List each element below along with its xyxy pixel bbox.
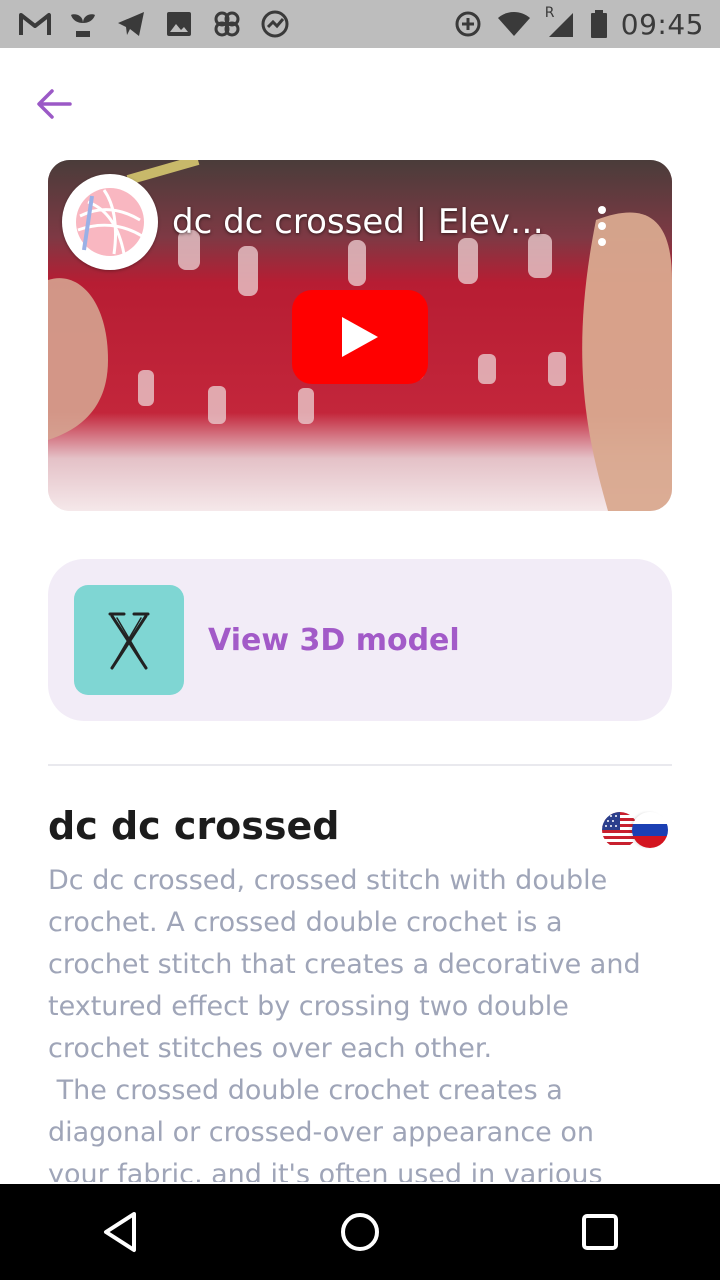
image-icon [162, 7, 196, 41]
more-dot [598, 238, 606, 246]
video-player[interactable]: dc dc crossed | Elevat… [48, 160, 672, 511]
data-saver-icon [451, 7, 485, 41]
channel-avatar[interactable] [62, 174, 158, 270]
arrow-left-icon [37, 89, 72, 119]
divider [48, 764, 672, 766]
ru-flag-icon[interactable] [632, 812, 668, 848]
nav-home-button[interactable] [320, 1192, 400, 1272]
telegram-icon [114, 7, 148, 41]
stitch-description: Dc dc crossed, crossed stitch with doubl… [48, 865, 641, 1182]
signal-icon: R [543, 5, 577, 41]
status-bar-notifications [0, 0, 292, 48]
nav-back-button[interactable] [80, 1192, 160, 1272]
status-bar: R 09:45 [0, 0, 720, 48]
gmail-icon [18, 7, 52, 41]
wifi-icon [497, 7, 531, 41]
battery-icon [589, 7, 609, 41]
more-dot [598, 222, 606, 230]
language-switcher[interactable] [602, 812, 670, 850]
back-button[interactable] [30, 82, 78, 126]
view-3d-model-button[interactable]: View 3D model [48, 559, 672, 721]
more-options-button[interactable] [590, 206, 614, 246]
back-triangle-icon [104, 1212, 136, 1252]
status-bar-system: R 09:45 [451, 0, 720, 48]
clock: 09:45 [620, 7, 704, 41]
pinwheel-icon [210, 7, 244, 41]
home-circle-icon [341, 1213, 379, 1251]
recents-square-icon [582, 1214, 618, 1250]
youtube-play-icon [342, 317, 378, 357]
stitch-title: dc dc crossed [48, 804, 340, 848]
nav-recents-button[interactable] [560, 1192, 640, 1272]
view-3d-model-label: View 3D model [208, 622, 460, 658]
crossed-stitch-icon [74, 585, 184, 695]
network-type-label: R [544, 5, 555, 21]
yarn-ball-icon [76, 188, 144, 256]
plant-icon [66, 7, 100, 41]
video-title: dc dc crossed | Elevat… [172, 202, 552, 242]
chart-icon [258, 7, 292, 41]
more-dot [598, 206, 606, 214]
play-button[interactable] [292, 290, 428, 384]
system-navigation-bar [0, 1184, 720, 1280]
